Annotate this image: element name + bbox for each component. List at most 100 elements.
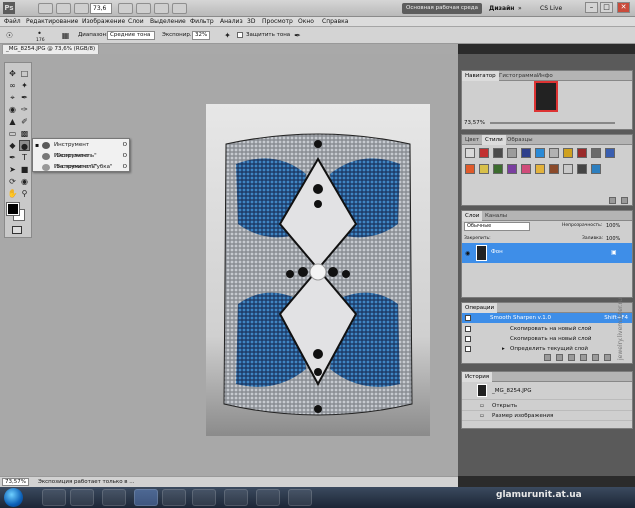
firefox-taskbar-icon[interactable] — [102, 489, 126, 506]
style-swatch[interactable] — [549, 148, 559, 158]
style-swatch[interactable] — [507, 164, 517, 174]
blur-tool-icon[interactable]: ◆ — [7, 140, 18, 151]
style-swatch[interactable] — [535, 164, 545, 174]
style-swatch[interactable] — [479, 164, 489, 174]
flyout-item-sponge[interactable]: Инструмент "Губка" O — [33, 162, 131, 173]
menu-file[interactable]: Файл — [4, 17, 21, 27]
tab-navigator[interactable]: Навигатор — [462, 71, 499, 81]
brush-tool-icon[interactable]: ✑ — [19, 104, 30, 115]
style-swatch[interactable] — [479, 148, 489, 158]
style-swatch[interactable] — [493, 148, 503, 158]
hand-tool-icon[interactable]: ✋ — [7, 188, 18, 199]
screen-mode-button[interactable] — [172, 3, 187, 14]
close-button[interactable]: ✕ — [617, 2, 630, 13]
menu-help[interactable]: Справка — [322, 17, 348, 27]
photoshop-taskbar-icon[interactable] — [134, 489, 158, 506]
expand-triangle-icon[interactable]: ▸ — [502, 344, 505, 354]
airbrush-icon[interactable]: ✦ — [222, 30, 233, 41]
eraser-tool-icon[interactable]: ▭ — [7, 128, 18, 139]
tab-info[interactable]: Инфо — [534, 71, 556, 81]
dodge-tool-preset-icon[interactable]: ☉ — [4, 30, 15, 41]
navigator-thumbnail[interactable] — [534, 81, 558, 112]
new-action-button[interactable] — [592, 354, 599, 361]
layer-row-background[interactable] — [462, 243, 632, 263]
protect-tones-checkbox[interactable] — [237, 32, 243, 38]
history-state-row[interactable]: ▫ Размер изображения — [462, 411, 632, 421]
crop-tool-icon[interactable]: ⌖ — [7, 92, 18, 103]
lasso-tool-icon[interactable]: ∞ — [7, 80, 18, 91]
quick-mask-button[interactable] — [12, 226, 22, 234]
style-swatch[interactable] — [535, 148, 545, 158]
menu-view[interactable]: Просмотр — [262, 17, 293, 27]
tab-channels[interactable]: Каналы — [482, 211, 510, 221]
navigator-zoom-value[interactable]: 73,57% — [464, 120, 485, 126]
style-swatch[interactable] — [465, 148, 475, 158]
fill-field[interactable]: 100% — [606, 236, 620, 242]
menu-analysis[interactable]: Анализ — [220, 17, 243, 27]
menu-filter[interactable]: Фильтр — [190, 17, 214, 27]
style-swatch[interactable] — [521, 148, 531, 158]
action-step-row[interactable]: Скопировать на новый слой — [462, 334, 632, 344]
quick-select-tool-icon[interactable]: ✦ — [19, 80, 30, 91]
type-tool-icon[interactable]: T — [19, 152, 30, 163]
style-swatch[interactable] — [591, 164, 601, 174]
action-set-row[interactable]: Smooth Sharpen v.1.0 Shift+F4 — [462, 313, 632, 323]
arrange-documents-button[interactable] — [154, 3, 169, 14]
hand-tool-button[interactable] — [118, 3, 133, 14]
zoom-tool-icon[interactable]: ⚲ — [19, 188, 30, 199]
media-player-taskbar-icon[interactable] — [70, 489, 94, 506]
minimize-button[interactable]: – — [585, 2, 598, 13]
maximize-button[interactable]: □ — [600, 2, 613, 13]
zoom-level-button[interactable] — [74, 3, 89, 14]
tab-swatches[interactable]: Образцы — [504, 135, 536, 145]
navigator-zoom-slider[interactable] — [490, 122, 615, 124]
3d-rotate-tool-icon[interactable]: ⟳ — [7, 176, 18, 187]
menu-3d[interactable]: 3D — [247, 17, 255, 27]
stop-action-button[interactable] — [544, 354, 551, 361]
workspace-more-button[interactable]: » — [518, 3, 522, 14]
style-swatch[interactable] — [465, 164, 475, 174]
record-action-button[interactable] — [556, 354, 563, 361]
style-swatch[interactable] — [549, 164, 559, 174]
style-swatch[interactable] — [577, 164, 587, 174]
document-tab[interactable]: _MG_8254.JPG @ 73,6% (RGB/8) * — [2, 44, 99, 61]
download-taskbar-icon[interactable] — [256, 489, 280, 506]
gradient-tool-icon[interactable]: ▩ — [19, 128, 30, 139]
opacity-field[interactable]: 100% — [606, 223, 620, 229]
eyedropper-tool-icon[interactable]: ✒ — [19, 92, 30, 103]
eye-icon[interactable]: ◉ — [465, 250, 470, 257]
app-taskbar-icon[interactable] — [288, 489, 312, 506]
view-extras-button[interactable] — [56, 3, 71, 14]
cs-live-button[interactable]: CS Live — [540, 3, 562, 14]
menu-edit[interactable]: Редактирование — [26, 17, 78, 27]
history-brush-tool-icon[interactable]: ✐ — [19, 116, 30, 127]
delete-style-button[interactable] — [621, 197, 628, 204]
menu-select[interactable]: Выделение — [150, 17, 186, 27]
explorer-taskbar-icon[interactable] — [162, 489, 186, 506]
style-swatch[interactable] — [493, 164, 503, 174]
workspace-design-button[interactable]: Дизайн — [489, 3, 514, 14]
foreground-color-swatch[interactable] — [6, 202, 20, 216]
tab-color[interactable]: Цвет — [462, 135, 482, 145]
document-image[interactable] — [206, 104, 430, 436]
action-step-row[interactable]: ▸ Определить текущий слой — [462, 344, 632, 354]
rotate-view-button[interactable] — [136, 3, 151, 14]
history-snapshot-row[interactable]: _MG_8254.JPG — [462, 382, 632, 400]
ie-taskbar-icon[interactable] — [42, 489, 66, 506]
tablet-pressure-icon[interactable]: ✒ — [292, 30, 303, 41]
style-swatch[interactable] — [563, 148, 573, 158]
action-checkbox[interactable] — [465, 326, 471, 332]
status-info-text[interactable]: Экспозиция работает только в ... — [38, 478, 135, 486]
status-zoom-field[interactable]: 73,57% — [2, 478, 29, 486]
style-swatch[interactable] — [577, 148, 587, 158]
launch-bridge-button[interactable] — [38, 3, 53, 14]
action-checkbox[interactable] — [465, 336, 471, 342]
exposure-field[interactable]: 32% — [192, 31, 210, 40]
mail-taskbar-icon[interactable] — [224, 489, 248, 506]
start-button[interactable] — [4, 488, 23, 507]
flyout-item-dodge[interactable]: ▪ Инструмент "Осветлитель" O — [33, 140, 131, 159]
tab-actions[interactable]: Операции — [462, 303, 498, 313]
action-step-row[interactable]: Скопировать на новый слой — [462, 324, 632, 334]
healing-brush-tool-icon[interactable]: ◉ — [7, 104, 18, 115]
window-taskbar-icon[interactable] — [192, 489, 216, 506]
